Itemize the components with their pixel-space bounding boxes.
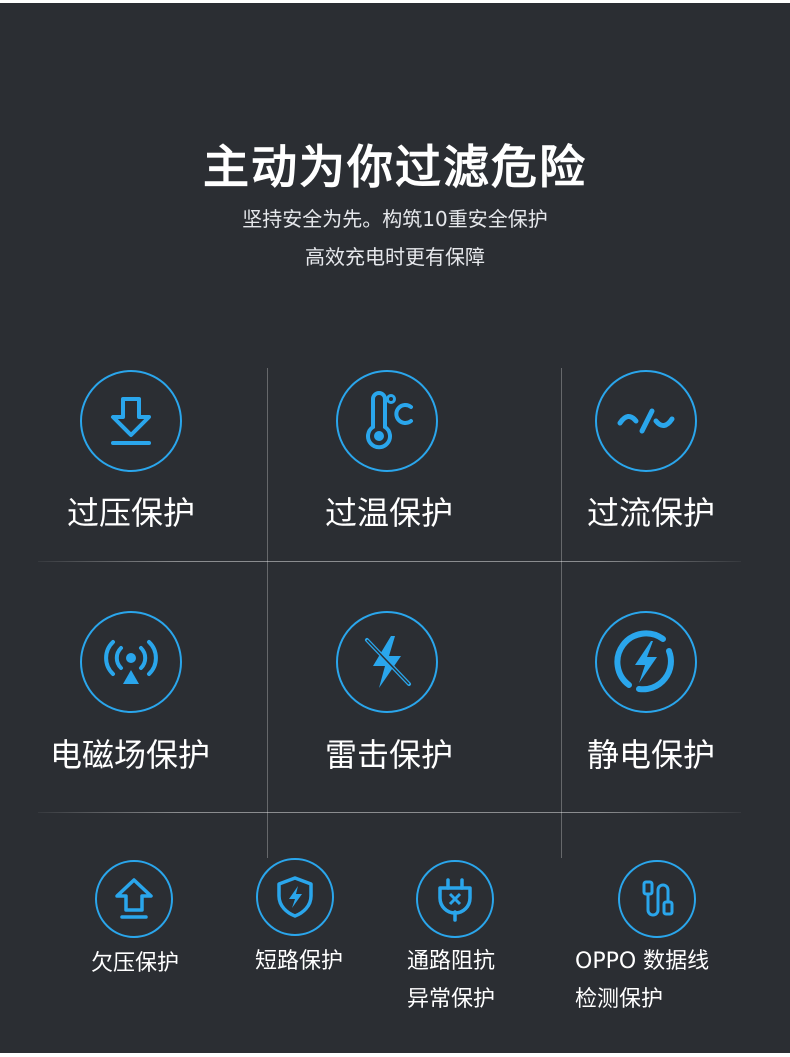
plug-x-icon xyxy=(416,860,494,938)
page-title: 主动为你过滤危险 xyxy=(203,140,587,194)
protection-label-cable-line2: 检测保护 xyxy=(575,987,664,1012)
protection-label-static: 静电保护 xyxy=(586,736,715,774)
shield-lightning-icon xyxy=(256,858,334,936)
current-wave-icon xyxy=(595,370,697,472)
subtitle-line-2: 高效充电时更有保障 xyxy=(305,245,485,269)
lightning-circle-icon xyxy=(595,611,697,713)
protection-label-overtemp: 过温保护 xyxy=(324,494,453,532)
protection-label-shortcircuit: 短路保护 xyxy=(254,949,343,974)
protection-label-overvoltage: 过压保护 xyxy=(66,494,195,532)
protection-label-impedance-line2: 异常保护 xyxy=(407,987,496,1012)
up-arrow-icon xyxy=(95,860,173,938)
protection-label-emf: 电磁场保护 xyxy=(49,736,210,774)
grid-divider xyxy=(267,368,268,858)
protection-label-undervoltage: 欠压保护 xyxy=(90,951,179,976)
lightning-crossed-icon xyxy=(336,611,438,713)
page: 主动为你过滤危险 坚持安全为先。构筑10重安全保护 高效充电时更有保障 过压保护… xyxy=(0,3,790,1053)
protection-label-cable-line1: OPPO 数据线 xyxy=(575,949,710,974)
protection-label-lightning: 雷击保护 xyxy=(324,736,453,774)
signal-tower-icon xyxy=(80,611,182,713)
download-arrow-icon xyxy=(80,370,182,472)
thermometer-celsius-icon xyxy=(336,370,438,472)
grid-divider xyxy=(38,561,741,562)
grid-divider xyxy=(561,368,562,858)
protection-label-impedance-line1: 通路阻抗 xyxy=(407,949,496,974)
protection-label-overcurrent: 过流保护 xyxy=(586,494,715,532)
cable-icon xyxy=(618,860,696,938)
subtitle-line-1: 坚持安全为先。构筑10重安全保护 xyxy=(242,207,548,231)
grid-divider xyxy=(38,812,741,813)
